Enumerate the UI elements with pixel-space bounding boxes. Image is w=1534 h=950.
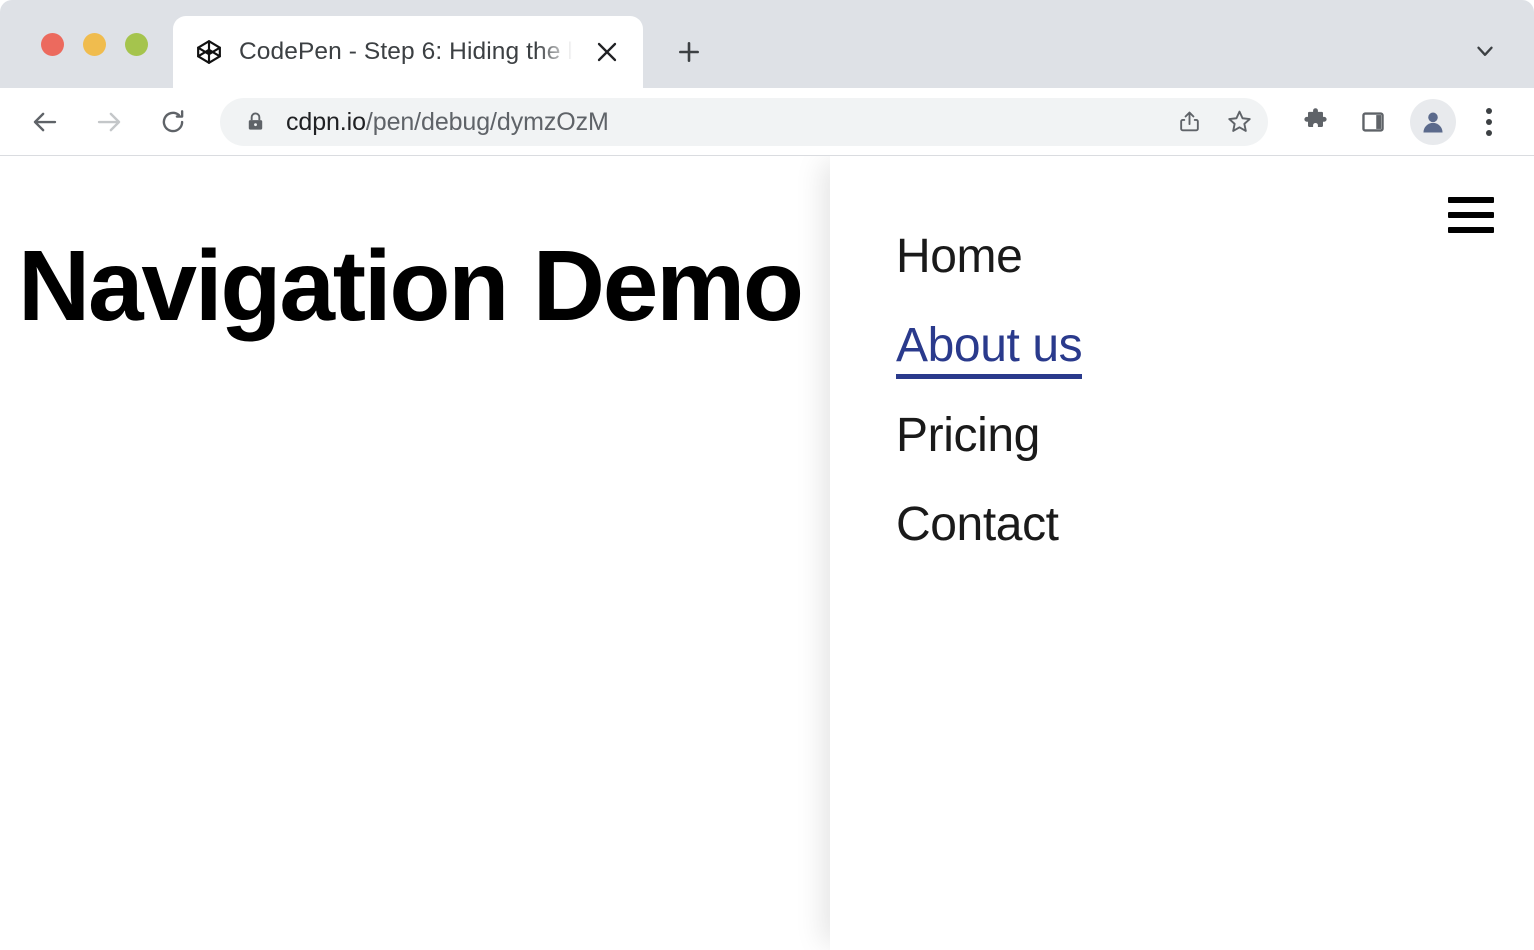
star-icon[interactable] <box>1216 99 1262 145</box>
chevron-down-icon[interactable] <box>1458 24 1512 78</box>
avatar[interactable] <box>1410 99 1456 145</box>
url-host: cdpn.io <box>286 108 366 136</box>
tab-title-container: CodePen - Step 6: Hiding the li <box>239 35 579 69</box>
window-zoom-button[interactable] <box>125 33 148 56</box>
list-item: Contact <box>896 480 1082 569</box>
tabs-area: CodePen - Step 6: Hiding the li <box>148 0 1458 88</box>
tab-strip: CodePen - Step 6: Hiding the li <box>0 0 1534 88</box>
nav-link-home[interactable]: Home <box>896 212 1022 301</box>
browser-menu-button[interactable] <box>1466 97 1512 147</box>
new-tab-button[interactable] <box>661 24 717 80</box>
page-title: Navigation Demo <box>18 232 802 340</box>
window-minimize-button[interactable] <box>83 33 106 56</box>
back-button[interactable] <box>20 97 70 147</box>
hamburger-menu-icon[interactable] <box>1448 196 1496 234</box>
browser-toolbar: cdpn.io/pen/debug/dymzOzM <box>0 88 1534 156</box>
toolbar-right-actions <box>1282 97 1512 147</box>
browser-window: CodePen - Step 6: Hiding the li <box>0 0 1534 950</box>
window-close-button[interactable] <box>41 33 64 56</box>
extensions-icon[interactable] <box>1290 97 1340 147</box>
page-viewport: Navigation Demo Home About us Pricing Co… <box>0 156 1534 950</box>
url-text: cdpn.io/pen/debug/dymzOzM <box>286 107 1162 137</box>
nav-link-contact[interactable]: Contact <box>896 480 1059 569</box>
reload-button[interactable] <box>148 97 198 147</box>
list-item: Home <box>896 212 1082 301</box>
side-panel-icon[interactable] <box>1348 97 1398 147</box>
forward-button <box>84 97 134 147</box>
list-item: Pricing <box>896 391 1082 480</box>
window-controls <box>0 33 148 88</box>
lock-icon[interactable] <box>242 109 268 135</box>
close-icon[interactable] <box>589 34 625 70</box>
navigation-panel: Home About us Pricing Contact <box>830 156 1534 950</box>
browser-tab-active[interactable]: CodePen - Step 6: Hiding the li <box>173 16 643 88</box>
three-dot-icon <box>1486 108 1492 136</box>
share-icon[interactable] <box>1166 99 1212 145</box>
tab-title: CodePen - Step 6: Hiding the li <box>239 35 579 69</box>
omnibox-actions <box>1162 99 1262 145</box>
url-path: /pen/debug/dymzOzM <box>366 108 609 136</box>
list-item: About us <box>896 301 1082 391</box>
nav-link-about-us[interactable]: About us <box>896 301 1082 391</box>
nav-link-pricing[interactable]: Pricing <box>896 391 1040 480</box>
codepen-logo-icon <box>195 38 223 66</box>
navigation-list: Home About us Pricing Contact <box>896 212 1082 569</box>
address-bar[interactable]: cdpn.io/pen/debug/dymzOzM <box>220 98 1268 146</box>
